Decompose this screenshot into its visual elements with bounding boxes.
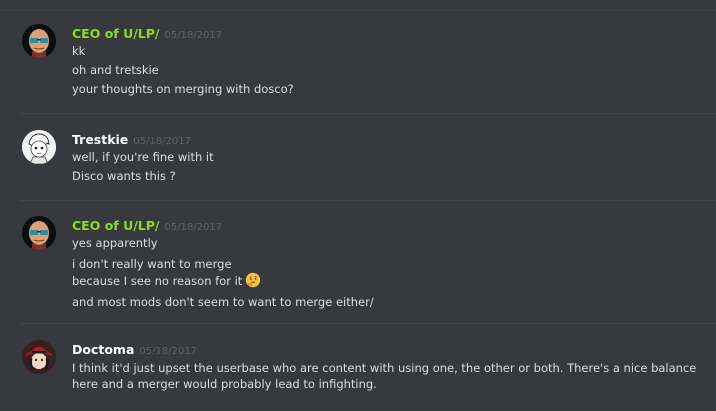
message-text: yes apparently — [72, 236, 158, 250]
message-text: your thoughts on merging with dosco? — [72, 82, 294, 96]
message-group: Trestkie 05/18/2017 well, if you're fine … — [0, 114, 716, 200]
avatar[interactable] — [22, 24, 56, 58]
message-group: CEO of U/LP/05/18/2017 kk oh and tretski… — [0, 12, 716, 112]
message-text: oh and tretskie — [72, 63, 159, 77]
message-text: Disco wants this ? — [72, 169, 176, 183]
username[interactable]: CEO of U/LP/ — [72, 26, 159, 41]
timestamp: 05/18/2017 — [139, 346, 198, 357]
timestamp: 05/18/2017 — [133, 136, 191, 147]
message-text: well, if you're fine with it — [72, 150, 214, 164]
anime-sketch-avatar-icon — [22, 130, 56, 164]
message-header: CEO of U/LP/05/18/2017 — [72, 24, 704, 42]
avatar[interactable] — [22, 130, 56, 164]
timestamp: 05/18/2017 — [164, 30, 223, 41]
message-group: CEO of U/LP/05/18/2017 yes apparently i … — [0, 201, 716, 323]
bald-sunglasses-avatar-icon — [22, 216, 56, 250]
username[interactable]: CEO of U/LP/ — [72, 218, 159, 233]
message-text: and most mods don't seem to want to merg… — [72, 295, 374, 309]
message-header: CEO of U/LP/05/18/2017 — [72, 216, 704, 234]
timestamp: 05/18/2017 — [164, 222, 223, 233]
avatar[interactable] — [22, 340, 56, 374]
message-text: I think it'd just upset the userbase who… — [72, 361, 697, 391]
red-hat-avatar-icon — [22, 340, 56, 374]
message-group: Doctoma 05/18/2017 I think it'd just upse… — [0, 324, 716, 411]
thinking-face-emoji-icon — [246, 272, 261, 288]
username[interactable]: Trestkie — [72, 132, 128, 147]
avatar[interactable] — [22, 216, 56, 250]
bald-sunglasses-avatar-icon — [22, 24, 56, 58]
message-text-content: because I see no reason for it — [72, 274, 243, 288]
message-text: kk — [72, 44, 86, 58]
top-edge — [0, 0, 716, 11]
message-header: Doctoma 05/18/2017 — [72, 340, 704, 358]
message-header: Trestkie 05/18/2017 — [72, 130, 704, 148]
username[interactable]: Doctoma — [72, 342, 134, 357]
message-text: because I see no reason for it — [72, 272, 704, 289]
message-text: i don't really want to merge — [72, 257, 232, 271]
